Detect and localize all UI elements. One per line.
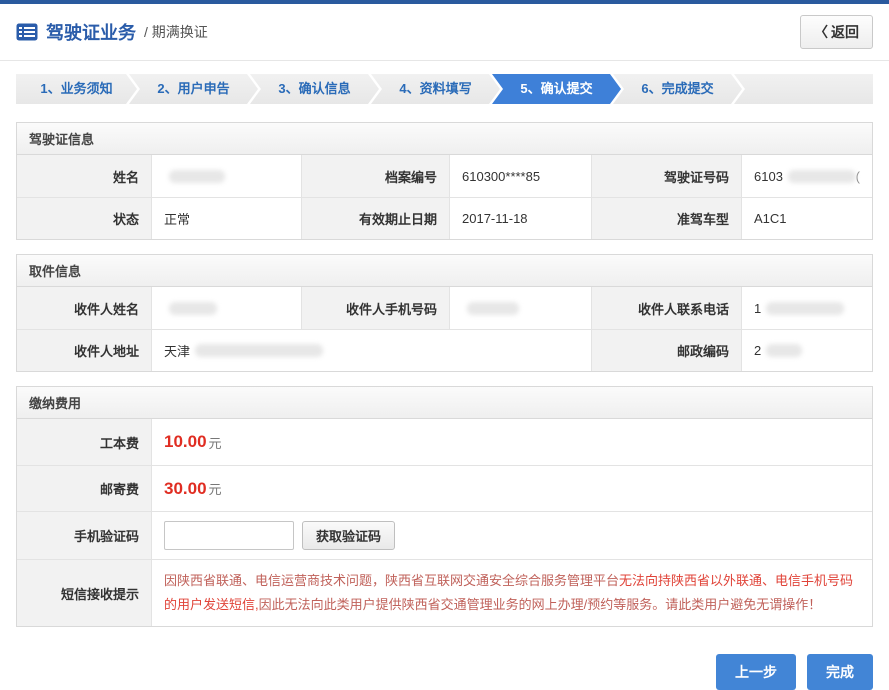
production-fee-value: 10.00元 <box>151 419 872 465</box>
production-fee-unit: 元 <box>209 433 222 452</box>
sms-code-row: 获取验证码 <box>151 511 872 559</box>
license-no-suffix: ( <box>856 169 860 184</box>
recipient-phone-label: 收件人联系电话 <box>591 287 741 329</box>
step-2-user-declaration: 2、用户申告 <box>129 74 258 104</box>
masked-value <box>169 170 225 183</box>
back-button-label: 返回 <box>831 24 859 40</box>
postage-fee-amount: 30.00 <box>164 479 207 499</box>
recipient-mobile-label: 收件人手机号码 <box>301 287 449 329</box>
footer-actions: 上一步 完成 <box>16 654 873 690</box>
recipient-name-value <box>151 287 301 329</box>
vehicle-class-value: A1C1 <box>741 197 872 239</box>
fees-section: 缴纳费用 工本费 10.00元 邮寄费 30.00元 手机验证码 获取验证码 短… <box>16 386 873 627</box>
file-no-label: 档案编号 <box>301 155 449 197</box>
license-no-label: 驾驶证号码 <box>591 155 741 197</box>
step-3-confirm-info: 3、确认信息 <box>250 74 379 104</box>
back-button[interactable]: 〈返回 <box>800 15 873 49</box>
steps-filler <box>734 74 873 104</box>
recipient-phone-value: 1 <box>741 287 872 329</box>
masked-value <box>169 302 217 315</box>
pickup-info-header: 取件信息 <box>17 255 872 287</box>
page-header: 驾驶证业务 / 期满换证 〈返回 <box>0 4 889 61</box>
postage-fee-value: 30.00元 <box>151 465 872 511</box>
recipient-address-prefix: 天津 <box>164 341 190 360</box>
postal-code-value: 2 <box>741 329 872 371</box>
status-value: 正常 <box>151 197 301 239</box>
masked-value <box>467 302 519 315</box>
postal-code-label: 邮政编码 <box>591 329 741 371</box>
page-title: 驾驶证业务 <box>46 19 136 45</box>
file-no-value: 610300****85 <box>449 155 591 197</box>
license-no-prefix: 6103 <box>754 169 783 184</box>
license-no-value: 6103 ( <box>741 155 872 197</box>
step-5-confirm-submit: 5、确认提交 <box>492 74 621 104</box>
postage-fee-label: 邮寄费 <box>17 465 151 511</box>
sms-notice-part3: 因此无法向此类用户提供陕西省交通管理业务的网上办理/预约等服务。请此类用户避免无… <box>259 597 822 612</box>
vehicle-class-label: 准驾车型 <box>591 197 741 239</box>
production-fee-amount: 10.00 <box>164 432 207 452</box>
step-6-finish-submit: 6、完成提交 <box>613 74 742 104</box>
recipient-address-label: 收件人地址 <box>17 329 151 371</box>
sms-code-label: 手机验证码 <box>17 511 151 559</box>
wizard-steps: 1、业务须知 2、用户申告 3、确认信息 4、资料填写 5、确认提交 6、完成提… <box>16 74 873 104</box>
recipient-name-label: 收件人姓名 <box>17 287 151 329</box>
pickup-info-section: 取件信息 收件人姓名 收件人手机号码 收件人联系电话 1 收件人地址 天津 邮政… <box>16 254 873 372</box>
step-1-business-notice: 1、业务须知 <box>16 74 137 104</box>
name-value <box>151 155 301 197</box>
sms-notice-label: 短信接收提示 <box>17 559 151 626</box>
postage-fee-unit: 元 <box>209 479 222 498</box>
license-info-header: 驾驶证信息 <box>17 123 872 155</box>
fees-header: 缴纳费用 <box>17 387 872 419</box>
sms-notice-part1: 因陕西省联通、电信运营商技术问题，陕西省互联网交通安全综合服务管理平台 <box>164 573 619 588</box>
recipient-mobile-value <box>449 287 591 329</box>
recipient-phone-prefix: 1 <box>754 301 761 316</box>
list-icon <box>16 23 38 41</box>
previous-step-button[interactable]: 上一步 <box>716 654 796 690</box>
get-sms-code-button[interactable]: 获取验证码 <box>302 521 395 550</box>
sms-notice-text: 因陕西省联通、电信运营商技术问题，陕西省互联网交通安全综合服务管理平台无法向持陕… <box>151 559 872 626</box>
masked-value <box>766 344 802 357</box>
status-label: 状态 <box>17 197 151 239</box>
production-fee-label: 工本费 <box>17 419 151 465</box>
sms-code-input[interactable] <box>164 521 294 550</box>
recipient-address-value: 天津 <box>151 329 591 371</box>
license-info-section: 驾驶证信息 姓名 档案编号 610300****85 驾驶证号码 6103 ( 状… <box>16 122 873 240</box>
masked-value <box>766 302 844 315</box>
postal-code-prefix: 2 <box>754 343 761 358</box>
finish-button[interactable]: 完成 <box>807 654 873 690</box>
valid-until-label: 有效期止日期 <box>301 197 449 239</box>
name-label: 姓名 <box>17 155 151 197</box>
breadcrumb: 驾驶证业务 / 期满换证 <box>16 19 208 45</box>
step-4-fill-materials: 4、资料填写 <box>371 74 500 104</box>
page-subtitle: / 期满换证 <box>144 22 208 42</box>
masked-value <box>788 170 856 183</box>
back-chevron-icon: 〈 <box>814 24 828 40</box>
valid-until-value: 2017-11-18 <box>449 197 591 239</box>
masked-value <box>195 344 323 357</box>
